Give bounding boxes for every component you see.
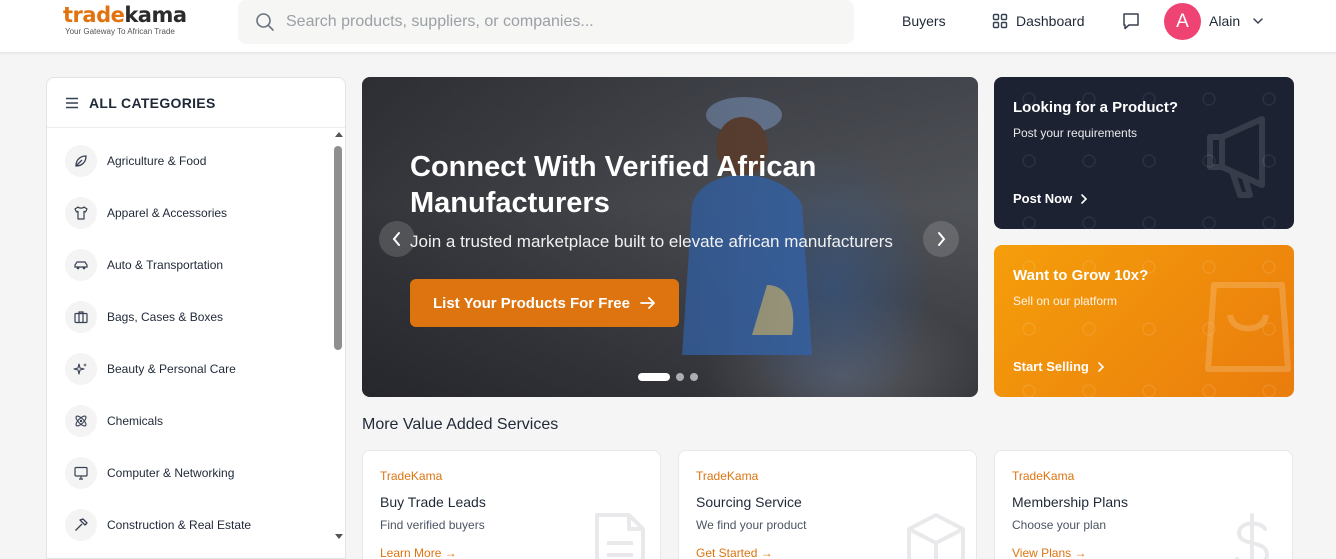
start-selling-button[interactable]: Start Selling [1013, 359, 1105, 374]
promo-post-requirements[interactable]: Looking for a Product? Post your require… [994, 77, 1294, 229]
post-now-label: Post Now [1013, 191, 1073, 206]
promo-title: Want to Grow 10x? [1013, 267, 1149, 284]
service-subtitle: We find your product [696, 518, 807, 532]
category-auto-transportation[interactable]: Auto & Transportation [65, 249, 223, 281]
monitor-icon [65, 457, 97, 489]
post-now-button[interactable]: Post Now [1013, 191, 1088, 206]
service-subtitle: Find verified buyers [380, 518, 485, 532]
hero-title: Connect With Verified African Manufactur… [410, 151, 817, 219]
promo-subtitle: Sell on our platform [1013, 294, 1118, 308]
learn-more-link[interactable]: Learn More → [380, 546, 457, 559]
view-plans-link[interactable]: View Plans → [1012, 546, 1086, 559]
category-label: Auto & Transportation [107, 258, 224, 272]
service-card-sourcing[interactable]: TradeKama Sourcing Service We find your … [678, 450, 977, 559]
promo-start-selling[interactable]: Want to Grow 10x? Sell on our platform S… [994, 245, 1294, 397]
tradekama-logo[interactable]: tradekama Your Gateway To African Trade [63, 4, 187, 36]
categories-title: ALL CATEGORIES [89, 94, 216, 111]
category-bags-cases-boxes[interactable]: Bags, Cases & Boxes [65, 301, 223, 333]
category-apparel-accessories[interactable]: Apparel & Accessories [65, 197, 227, 229]
nav-buyers-link[interactable]: Buyers [902, 13, 946, 29]
sidebar-scrollbar[interactable] [332, 128, 345, 558]
carousel-dot-1[interactable] [638, 373, 670, 381]
dollar-icon [1235, 513, 1270, 559]
scroll-thumb[interactable] [334, 146, 342, 350]
carousel-dot-2[interactable] [676, 373, 684, 381]
top-header: tradekama Your Gateway To African Trade … [0, 0, 1336, 53]
service-card-trade-leads[interactable]: TradeKama Buy Trade Leads Find verified … [362, 450, 661, 559]
service-title: Membership Plans [1012, 494, 1128, 510]
carousel-next-button[interactable] [923, 221, 959, 257]
user-avatar[interactable]: A [1164, 3, 1201, 40]
start-selling-label: Start Selling [1013, 359, 1089, 374]
user-name[interactable]: Alain [1209, 13, 1240, 29]
scroll-up-arrow[interactable] [335, 132, 343, 137]
sparkles-icon [65, 353, 97, 385]
category-beauty-personal-care[interactable]: Beauty & Personal Care [65, 353, 236, 385]
service-card-membership[interactable]: TradeKama Membership Plans Choose your p… [994, 450, 1293, 559]
service-brand: TradeKama [1012, 469, 1075, 483]
categories-sidebar: ALL CATEGORIES Agriculture & Food Appare… [46, 77, 346, 559]
service-subtitle: Choose your plan [1012, 518, 1107, 532]
nav-dashboard-link[interactable]: Dashboard [992, 13, 1085, 29]
list-products-button[interactable]: List Your Products For Free [410, 279, 679, 327]
menu-icon [66, 97, 78, 108]
carousel-prev-button[interactable] [379, 221, 415, 257]
category-chemicals[interactable]: Chemicals [65, 405, 163, 437]
promo-title: Looking for a Product? [1013, 99, 1178, 116]
chevron-right-icon [938, 232, 946, 246]
hero-subtitle: Join a trusted marketplace built to elev… [410, 232, 893, 251]
messages-button[interactable] [1121, 11, 1141, 36]
service-brand: TradeKama [380, 469, 443, 483]
chevron-down-icon[interactable] [1252, 15, 1264, 27]
grid-icon [992, 13, 1008, 29]
hammer-icon [65, 509, 97, 541]
leaf-icon [65, 145, 97, 177]
category-construction-real-estate[interactable]: Construction & Real Estate [65, 509, 251, 541]
hero-carousel: Connect With Verified African Manufactur… [362, 77, 978, 397]
chat-icon [1123, 13, 1139, 30]
category-agriculture-food[interactable]: Agriculture & Food [65, 145, 206, 177]
shopping-bag-icon [1205, 282, 1291, 372]
carousel-indicators [638, 373, 698, 381]
chevron-right-icon [1081, 193, 1088, 204]
arrow-right-icon [640, 297, 655, 309]
box-icon [907, 513, 965, 559]
megaphone-icon [1207, 116, 1265, 198]
service-title: Buy Trade Leads [380, 494, 486, 510]
category-label: Bags, Cases & Boxes [107, 310, 224, 324]
category-label: Computer & Networking [107, 466, 235, 480]
category-label: Beauty & Personal Care [107, 362, 236, 376]
search-bar[interactable] [238, 0, 854, 44]
nav-dashboard-label: Dashboard [1016, 13, 1085, 29]
service-title: Sourcing Service [696, 494, 802, 510]
chevron-left-icon [392, 232, 400, 246]
category-computer-networking[interactable]: Computer & Networking [65, 457, 234, 489]
promo-subtitle: Post your requirements [1013, 126, 1138, 140]
logo-wordmark: tradekama [63, 3, 187, 27]
chevron-right-icon [1098, 361, 1104, 372]
category-label: Construction & Real Estate [107, 518, 252, 532]
service-brand: TradeKama [696, 469, 759, 483]
atom-icon [65, 405, 97, 437]
briefcase-icon [65, 301, 97, 333]
category-label: Apparel & Accessories [107, 206, 228, 220]
search-icon [256, 13, 274, 31]
category-label: Chemicals [107, 414, 164, 428]
services-heading: More Value Added Services [362, 416, 559, 433]
scroll-down-arrow[interactable] [335, 534, 343, 539]
carousel-dot-3[interactable] [690, 373, 698, 381]
shirt-icon [65, 197, 97, 229]
categories-header: ALL CATEGORIES [47, 78, 345, 128]
category-label: Agriculture & Food [107, 154, 207, 168]
get-started-link[interactable]: Get Started → [696, 546, 773, 559]
car-icon [65, 249, 97, 281]
search-input[interactable] [286, 10, 826, 34]
list-products-label: List Your Products For Free [433, 294, 630, 312]
document-icon [595, 513, 645, 559]
logo-tagline: Your Gateway To African Trade [65, 27, 175, 36]
